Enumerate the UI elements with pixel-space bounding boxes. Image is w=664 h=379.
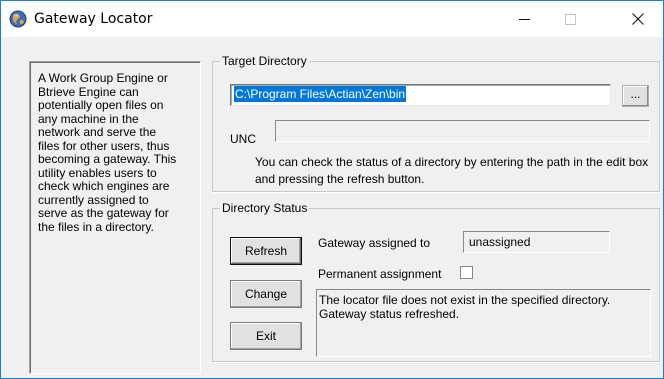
status-message-box: The locator file does not exist in the s… [316, 289, 651, 357]
browse-button[interactable]: ... [622, 85, 649, 107]
path-input-value: C:\Program Files\Actian\Zen\bin [234, 86, 407, 102]
maximize-icon [564, 13, 576, 25]
unc-label: UNC [230, 132, 256, 146]
exit-button[interactable]: Exit [230, 322, 302, 350]
hint-text: You can check the status of a directory … [255, 155, 649, 186]
permanent-assignment-label: Permanent assignment [318, 267, 442, 281]
gateway-globe-icon [9, 10, 27, 28]
gateway-assigned-label: Gateway assigned to [318, 236, 431, 250]
directory-status-title: Directory Status [220, 201, 310, 215]
directory-status-group: Directory Status Refresh Change Exit Gat… [212, 201, 660, 362]
unc-field [275, 120, 650, 142]
path-input[interactable]: C:\Program Files\Actian\Zen\bin [230, 84, 611, 106]
window-title: Gateway Locator [34, 11, 153, 27]
minimize-button[interactable] [501, 1, 547, 37]
target-directory-group: Target Directory C:\Program Files\Actian… [212, 54, 660, 192]
refresh-button[interactable]: Refresh [230, 237, 302, 265]
dialog-client-area: A Work Group Engine or Btrieve Engine ca… [1, 37, 663, 378]
maximize-button[interactable] [547, 1, 593, 37]
change-button[interactable]: Change [230, 280, 302, 308]
target-directory-title: Target Directory [220, 54, 309, 68]
gateway-assigned-value: unassigned [463, 231, 610, 253]
permanent-assignment-checkbox[interactable] [460, 266, 473, 279]
close-icon [632, 13, 644, 25]
gateway-locator-window: Gateway Locator A Work Group Engine or B… [0, 0, 664, 379]
close-button[interactable] [615, 1, 661, 37]
info-description: A Work Group Engine or Btrieve Engine ca… [38, 71, 177, 234]
info-panel: A Work Group Engine or Btrieve Engine ca… [29, 61, 201, 374]
minimize-icon [518, 18, 530, 20]
title-bar[interactable]: Gateway Locator [1, 1, 663, 37]
